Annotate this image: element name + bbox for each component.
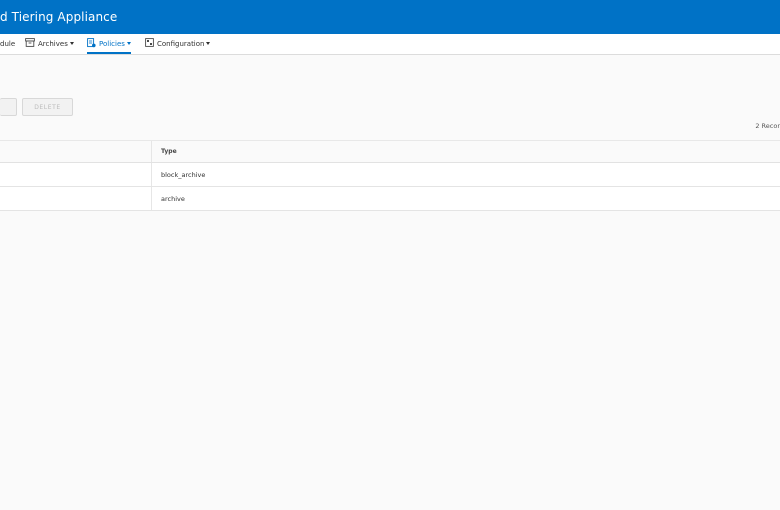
- column-divider[interactable]: [151, 141, 152, 162]
- add-button[interactable]: [0, 98, 17, 116]
- app-header: d Tiering Appliance: [0, 0, 780, 34]
- column-divider: [151, 187, 152, 210]
- column-header-name[interactable]: [0, 141, 151, 162]
- table-cell-type: block_archive: [161, 170, 206, 179]
- table-row[interactable]: archive: [0, 187, 780, 211]
- nav-bar: dule Archives Policies Configuration: [0, 34, 780, 55]
- policy-icon: [87, 37, 96, 50]
- archive-icon: [25, 38, 35, 49]
- column-header-type[interactable]: Type: [161, 141, 177, 162]
- table-cell-name: [0, 187, 151, 210]
- nav-item-configuration[interactable]: Configuration: [145, 34, 211, 53]
- configuration-icon: [145, 38, 154, 49]
- column-divider: [151, 163, 152, 186]
- nav-item-archives[interactable]: Archives: [25, 34, 74, 53]
- table-cell-name: [0, 163, 151, 186]
- delete-button[interactable]: DELETE: [22, 98, 73, 116]
- table-cell-type: archive: [161, 194, 185, 203]
- nav-item-label: Configuration: [157, 39, 205, 48]
- nav-item-schedule[interactable]: dule: [0, 34, 15, 53]
- policies-table: Type block_archive archive: [0, 140, 780, 211]
- app-title: d Tiering Appliance: [0, 10, 118, 24]
- nav-item-label: Policies: [99, 39, 125, 48]
- nav-item-label: dule: [0, 39, 16, 48]
- table-header: Type: [0, 140, 780, 163]
- chevron-down-icon: [126, 42, 131, 45]
- chevron-down-icon: [206, 42, 211, 45]
- nav-item-label: Archives: [38, 39, 68, 48]
- table-row[interactable]: block_archive: [0, 163, 780, 187]
- chevron-down-icon: [69, 42, 74, 45]
- nav-item-policies[interactable]: Policies: [87, 34, 131, 54]
- record-count: 2 Recor: [755, 122, 780, 130]
